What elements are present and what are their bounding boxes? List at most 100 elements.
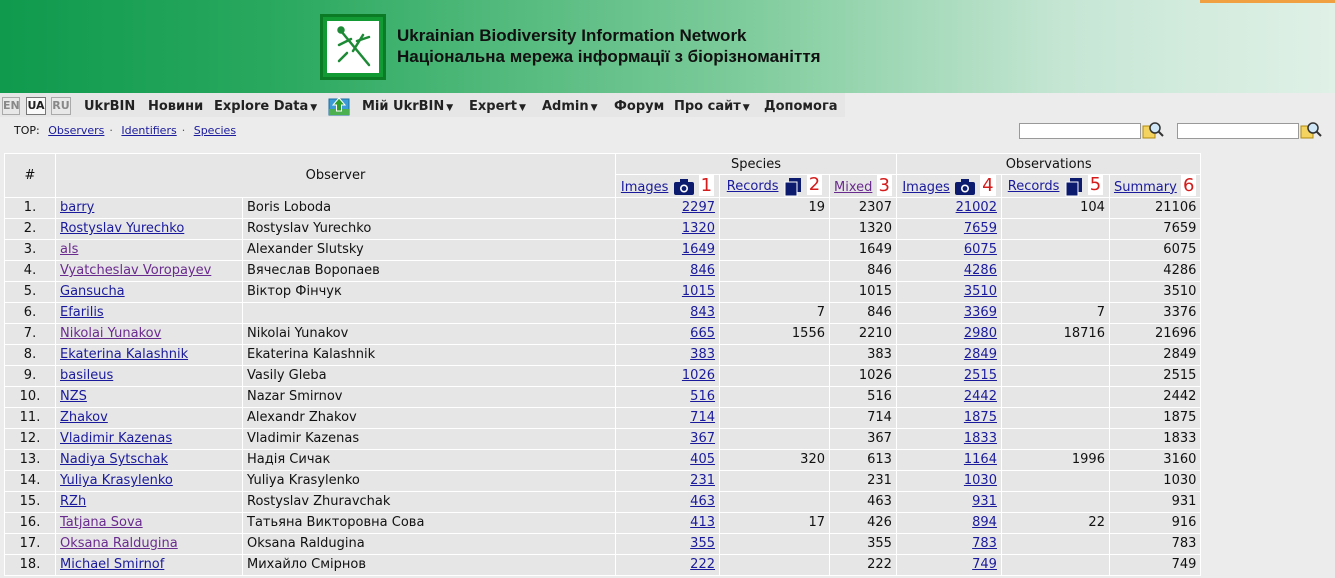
observer-full-name-cell: Nikolai Yunakov xyxy=(242,322,616,345)
observer-login-link[interactable]: Gansucha xyxy=(60,284,125,299)
lang-ua-button[interactable]: UA xyxy=(26,97,46,115)
observer-login-link[interactable]: barry xyxy=(60,200,94,215)
search-input-1[interactable] xyxy=(1019,123,1141,139)
menu-about[interactable]: Про сайт ▼ xyxy=(674,99,750,114)
observer-login-link[interactable]: Zhakov xyxy=(60,410,108,425)
observations-records-count-cell xyxy=(1000,385,1110,408)
species-images-count-link[interactable]: 1026 xyxy=(682,368,715,383)
observer-login-link[interactable]: Ekaterina Kalashnik xyxy=(60,347,188,362)
observations-images-count-link[interactable]: 894 xyxy=(972,515,997,530)
observer-login-link[interactable]: Vladimir Kazenas xyxy=(60,431,172,446)
observations-images-count-link[interactable]: 3369 xyxy=(964,305,997,320)
observations-images-count-link[interactable]: 749 xyxy=(972,557,997,572)
menu-expert[interactable]: Expert ▼ xyxy=(469,99,526,114)
observer-login-link[interactable]: Nadiya Sytschak xyxy=(60,452,168,467)
observations-images-sort-link[interactable]: Images xyxy=(902,180,950,195)
observer-login-link[interactable]: Tatjana Sova xyxy=(60,515,143,530)
lang-en-button[interactable]: EN xyxy=(2,97,20,115)
species-images-count-link[interactable]: 405 xyxy=(690,452,715,467)
observations-summary-header[interactable]: Summary 6 xyxy=(1108,174,1202,198)
observer-login-link[interactable]: Efarilis xyxy=(60,305,104,320)
species-images-header[interactable]: Images 1 xyxy=(615,174,720,198)
observer-login-link[interactable]: Rostyslav Yurechko xyxy=(60,221,184,236)
species-images-count-link[interactable]: 1649 xyxy=(682,242,715,257)
observer-login-link[interactable]: Nikolai Yunakov xyxy=(60,326,161,341)
observations-records-count-cell xyxy=(1000,490,1110,513)
observations-records-sort-link[interactable]: Records xyxy=(1008,179,1060,194)
observer-login-link[interactable]: Vyatcheslav Voropayev xyxy=(60,263,211,278)
species-images-count-link[interactable]: 2297 xyxy=(682,200,715,215)
top-species-link[interactable]: Species xyxy=(194,124,236,137)
lang-ru-button[interactable]: RU xyxy=(51,97,71,115)
observations-images-count-link[interactable]: 2849 xyxy=(964,347,997,362)
species-images-sort-link[interactable]: Images xyxy=(621,180,669,195)
species-records-header[interactable]: Records 2 xyxy=(719,174,830,198)
observations-images-count-link[interactable]: 931 xyxy=(972,494,997,509)
species-records-sort-link[interactable]: Records xyxy=(727,179,779,194)
menu-explore-label: Explore Data xyxy=(214,99,309,114)
species-images-count-link[interactable]: 413 xyxy=(690,515,715,530)
species-mixed-sort-link[interactable]: Mixed xyxy=(834,180,872,195)
top-observers-link[interactable]: Observers xyxy=(48,124,104,137)
species-images-count-link[interactable]: 516 xyxy=(690,389,715,404)
species-images-count-link[interactable]: 383 xyxy=(690,347,715,362)
menu-news[interactable]: Новини xyxy=(148,99,203,114)
species-images-count-link[interactable]: 463 xyxy=(690,494,715,509)
observer-login-link[interactable]: Michael Smirnof xyxy=(60,557,164,572)
observer-login-link[interactable]: NZS xyxy=(60,389,87,404)
top-identifiers-link[interactable]: Identifiers xyxy=(121,124,176,137)
observations-images-count-link[interactable]: 21002 xyxy=(956,200,997,215)
row-number-cell: 9. xyxy=(4,364,56,387)
menu-ukrbin[interactable]: UkrBIN xyxy=(84,99,135,114)
observations-images-count-link[interactable]: 1030 xyxy=(964,473,997,488)
species-images-count-link[interactable]: 222 xyxy=(690,557,715,572)
observations-images-count-link[interactable]: 1833 xyxy=(964,431,997,446)
observer-login-link[interactable]: Yuliya Krasylenko xyxy=(60,473,173,488)
observations-records-header[interactable]: Records 5 xyxy=(1000,174,1110,198)
observations-images-count-link[interactable]: 1164 xyxy=(964,452,997,467)
species-images-count-link[interactable]: 1320 xyxy=(682,221,715,236)
search-icon[interactable] xyxy=(1142,121,1164,141)
observations-images-count-link[interactable]: 4286 xyxy=(964,263,997,278)
species-images-count-link[interactable]: 846 xyxy=(690,263,715,278)
observer-login-link[interactable]: basileus xyxy=(60,368,113,383)
observations-images-count-link[interactable]: 3510 xyxy=(964,284,997,299)
upload-icon[interactable] xyxy=(328,96,350,116)
row-number-cell: 13. xyxy=(4,448,56,471)
marker-1: 1 xyxy=(698,174,715,196)
observations-images-count-link[interactable]: 783 xyxy=(972,536,997,551)
species-mixed-header[interactable]: Mixed 3 xyxy=(829,174,897,198)
table-row: 14. Yuliya Krasylenko Yuliya Krasylenko 231… xyxy=(4,469,1202,492)
observations-images-count-link[interactable]: 2515 xyxy=(964,368,997,383)
menu-my-ukrbin[interactable]: Мій UkrBIN ▼ xyxy=(362,99,453,114)
menu-help[interactable]: Допомога xyxy=(764,99,838,114)
observer-login-link[interactable]: als xyxy=(60,242,78,257)
species-images-count-link[interactable]: 1015 xyxy=(682,284,715,299)
observations-images-count-link[interactable]: 6075 xyxy=(964,242,997,257)
species-images-count-link[interactable]: 665 xyxy=(690,326,715,341)
search-input-2[interactable] xyxy=(1177,123,1299,139)
row-number-cell: 12. xyxy=(4,427,56,450)
row-number-cell: 1. xyxy=(4,196,56,219)
species-images-count-link[interactable]: 843 xyxy=(690,305,715,320)
menu-admin[interactable]: Admin ▼ xyxy=(542,99,598,114)
menu-forum[interactable]: Форум xyxy=(614,99,664,114)
observer-login-link[interactable]: RZh xyxy=(60,494,86,509)
observations-images-count-link[interactable]: 2442 xyxy=(964,389,997,404)
observations-images-count-cell: 6075 xyxy=(895,238,1002,261)
menu-explore-data[interactable]: Explore Data ▼ xyxy=(214,99,317,114)
species-images-count-cell: 843 xyxy=(615,301,720,324)
observations-images-count-link[interactable]: 7659 xyxy=(964,221,997,236)
observations-summary-sort-link[interactable]: Summary xyxy=(1114,180,1177,195)
ukrbin-logo[interactable] xyxy=(320,14,386,80)
species-images-count-link[interactable]: 231 xyxy=(690,473,715,488)
observations-images-count-link[interactable]: 1875 xyxy=(964,410,997,425)
search-icon[interactable] xyxy=(1300,121,1322,141)
observations-images-header[interactable]: Images 4 xyxy=(895,174,1002,198)
species-images-count-link[interactable]: 367 xyxy=(690,431,715,446)
species-images-count-link[interactable]: 714 xyxy=(690,410,715,425)
species-images-count-link[interactable]: 355 xyxy=(690,536,715,551)
observations-images-count-link[interactable]: 2980 xyxy=(964,326,997,341)
observations-images-count-cell: 2980 xyxy=(895,322,1002,345)
observer-login-link[interactable]: Oksana Raldugina xyxy=(60,536,178,551)
